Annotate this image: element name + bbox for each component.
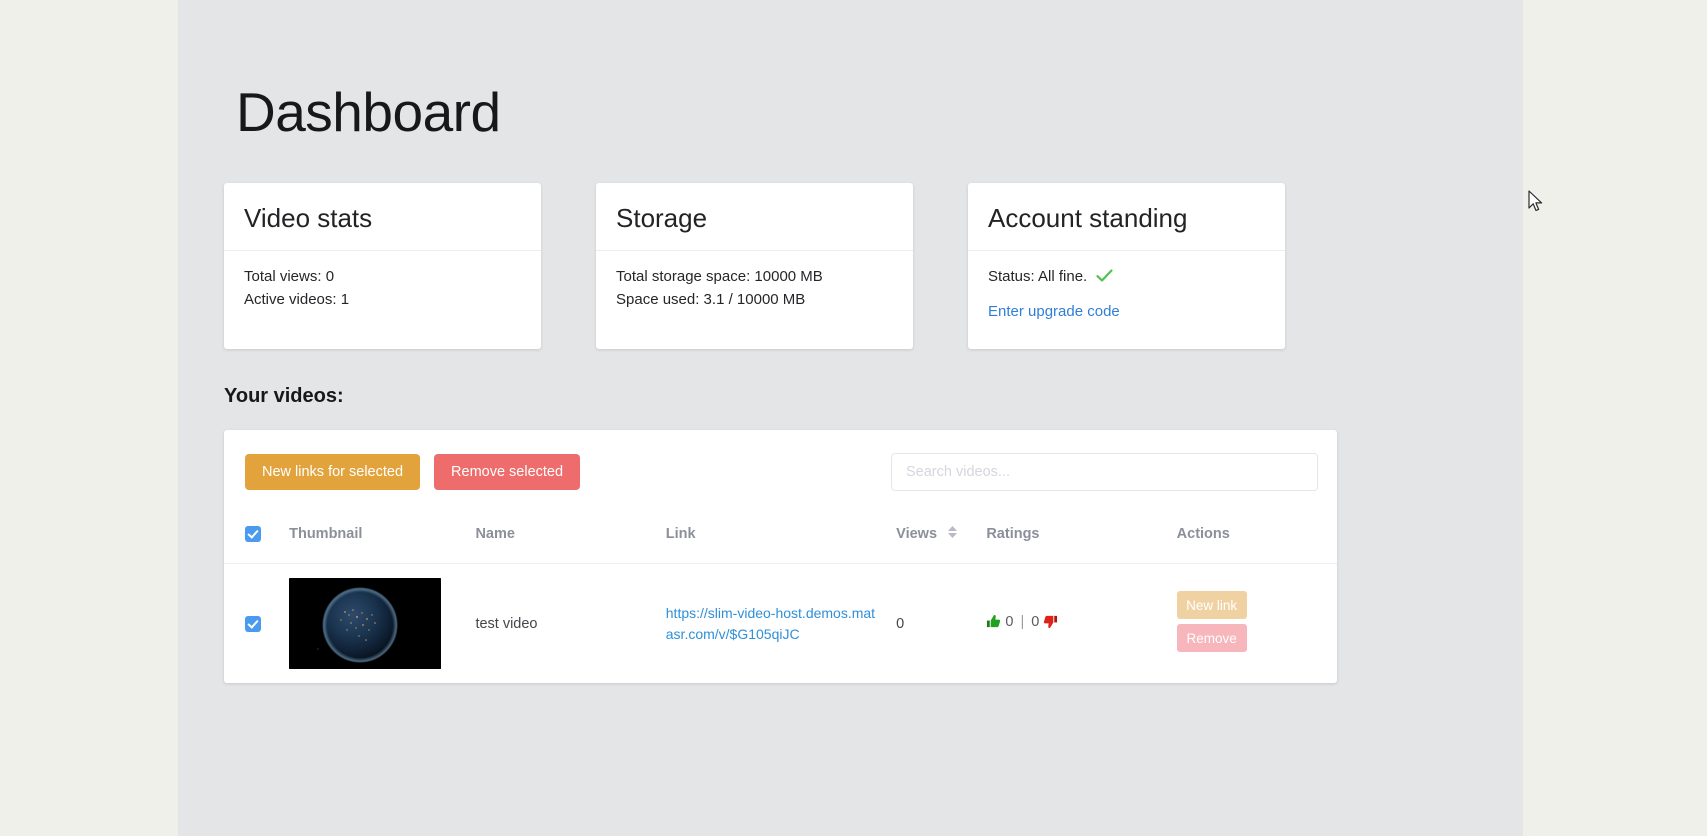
- mouse-cursor: [1528, 190, 1546, 214]
- video-stats-card-header: Video stats: [224, 183, 541, 252]
- table-row: test video https://slim-video-host.demos…: [224, 564, 1337, 684]
- row-views: 0: [896, 615, 905, 632]
- page-title: Dashboard: [236, 80, 501, 143]
- screen: Dashboard Video stats Total views: 0 Act…: [0, 0, 1707, 836]
- stat-cards: Video stats Total views: 0 Active videos…: [224, 183, 1384, 349]
- total-views-line: Total views: 0: [244, 268, 335, 286]
- sort-updown-icon[interactable]: [947, 525, 958, 543]
- storage-card: Storage Total storage space: 10000 MB Sp…: [596, 183, 913, 349]
- row-remove-button[interactable]: Remove: [1176, 623, 1247, 652]
- remove-selected-button[interactable]: Remove selected: [434, 454, 581, 490]
- earth-at-night-thumbnail[interactable]: [289, 578, 442, 669]
- videos-toolbar: New links for selected Remove selected: [224, 430, 1337, 511]
- table-header-row: Thumbnail Name Link Views Ratings Action…: [224, 511, 1337, 564]
- storage-title: Storage: [616, 203, 708, 233]
- ratings-header: Ratings: [986, 511, 1177, 564]
- account-status-label: Status: All fine.: [988, 268, 1088, 286]
- thumbs-up-icon: [986, 615, 1005, 633]
- storage-card-header: Storage: [596, 183, 913, 252]
- views-header[interactable]: Views: [896, 511, 987, 564]
- link-header: Link: [665, 511, 897, 564]
- video-stats-card: Video stats Total views: 0 Active videos…: [224, 183, 541, 349]
- your-videos-heading: Your videos:: [224, 385, 344, 407]
- videos-table-head: Thumbnail Name Link Views Ratings Action…: [224, 511, 1337, 564]
- rating-separator: |: [1020, 614, 1025, 630]
- green-check-icon: [1096, 269, 1114, 289]
- thumbnail-header: Thumbnail: [289, 511, 476, 564]
- video-stats-body: Total views: 0 Active videos: 1: [224, 251, 541, 340]
- account-standing-card-header: Account standing: [968, 183, 1285, 252]
- video-stats-title: Video stats: [244, 203, 373, 233]
- videos-table-body: test video https://slim-video-host.demos…: [224, 564, 1337, 684]
- row-ratings-cell: 0 | 0: [986, 564, 1176, 684]
- row-select-checkbox[interactable]: [245, 615, 261, 632]
- row-link-cell: https://slim-video-host.demos.matasr.com…: [666, 564, 896, 684]
- row-select-cell: [224, 564, 289, 684]
- row-name: test video: [475, 615, 538, 632]
- views-header-label: Views: [896, 525, 938, 542]
- account-standing-body: Status: All fine. Enter upgrade code: [968, 251, 1285, 349]
- total-storage-line: Total storage space: 10000 MB: [616, 268, 823, 286]
- select-all-checkbox[interactable]: [245, 526, 261, 543]
- thumbs-down-icon: [1043, 615, 1058, 633]
- name-header: Name: [475, 511, 666, 564]
- videos-table: Thumbnail Name Link Views Ratings Action…: [224, 511, 1337, 683]
- rating-down-count: 0: [1031, 614, 1040, 630]
- account-standing-title: Account standing: [988, 203, 1188, 233]
- actions-header: Actions: [1176, 511, 1337, 564]
- active-videos-line: Active videos: 1: [244, 291, 350, 309]
- search-videos-input[interactable]: [891, 453, 1318, 491]
- row-thumbnail-cell: [289, 564, 475, 684]
- select-all-header: [224, 511, 290, 564]
- enter-upgrade-code-link[interactable]: Enter upgrade code: [988, 302, 1120, 322]
- account-standing-card: Account standing Status: All fine. Enter…: [968, 183, 1285, 349]
- new-links-for-selected-button[interactable]: New links for selected: [245, 454, 421, 490]
- row-actions-cell: New link Remove: [1176, 564, 1337, 684]
- storage-body: Total storage space: 10000 MB Space used…: [596, 251, 913, 340]
- video-link[interactable]: https://slim-video-host.demos.matasr.com…: [666, 603, 878, 644]
- dashboard-content: Dashboard Video stats Total views: 0 Act…: [178, 0, 1523, 836]
- space-used-line: Space used: 3.1 / 10000 MB: [616, 291, 806, 309]
- account-status-line: Status: All fine.: [988, 267, 1265, 289]
- videos-panel: New links for selected Remove selected T…: [224, 430, 1337, 683]
- toolbar-buttons: New links for selected Remove selected: [245, 454, 581, 490]
- row-new-link-button[interactable]: New link: [1176, 590, 1247, 619]
- rating-up-count: 0: [1005, 614, 1014, 630]
